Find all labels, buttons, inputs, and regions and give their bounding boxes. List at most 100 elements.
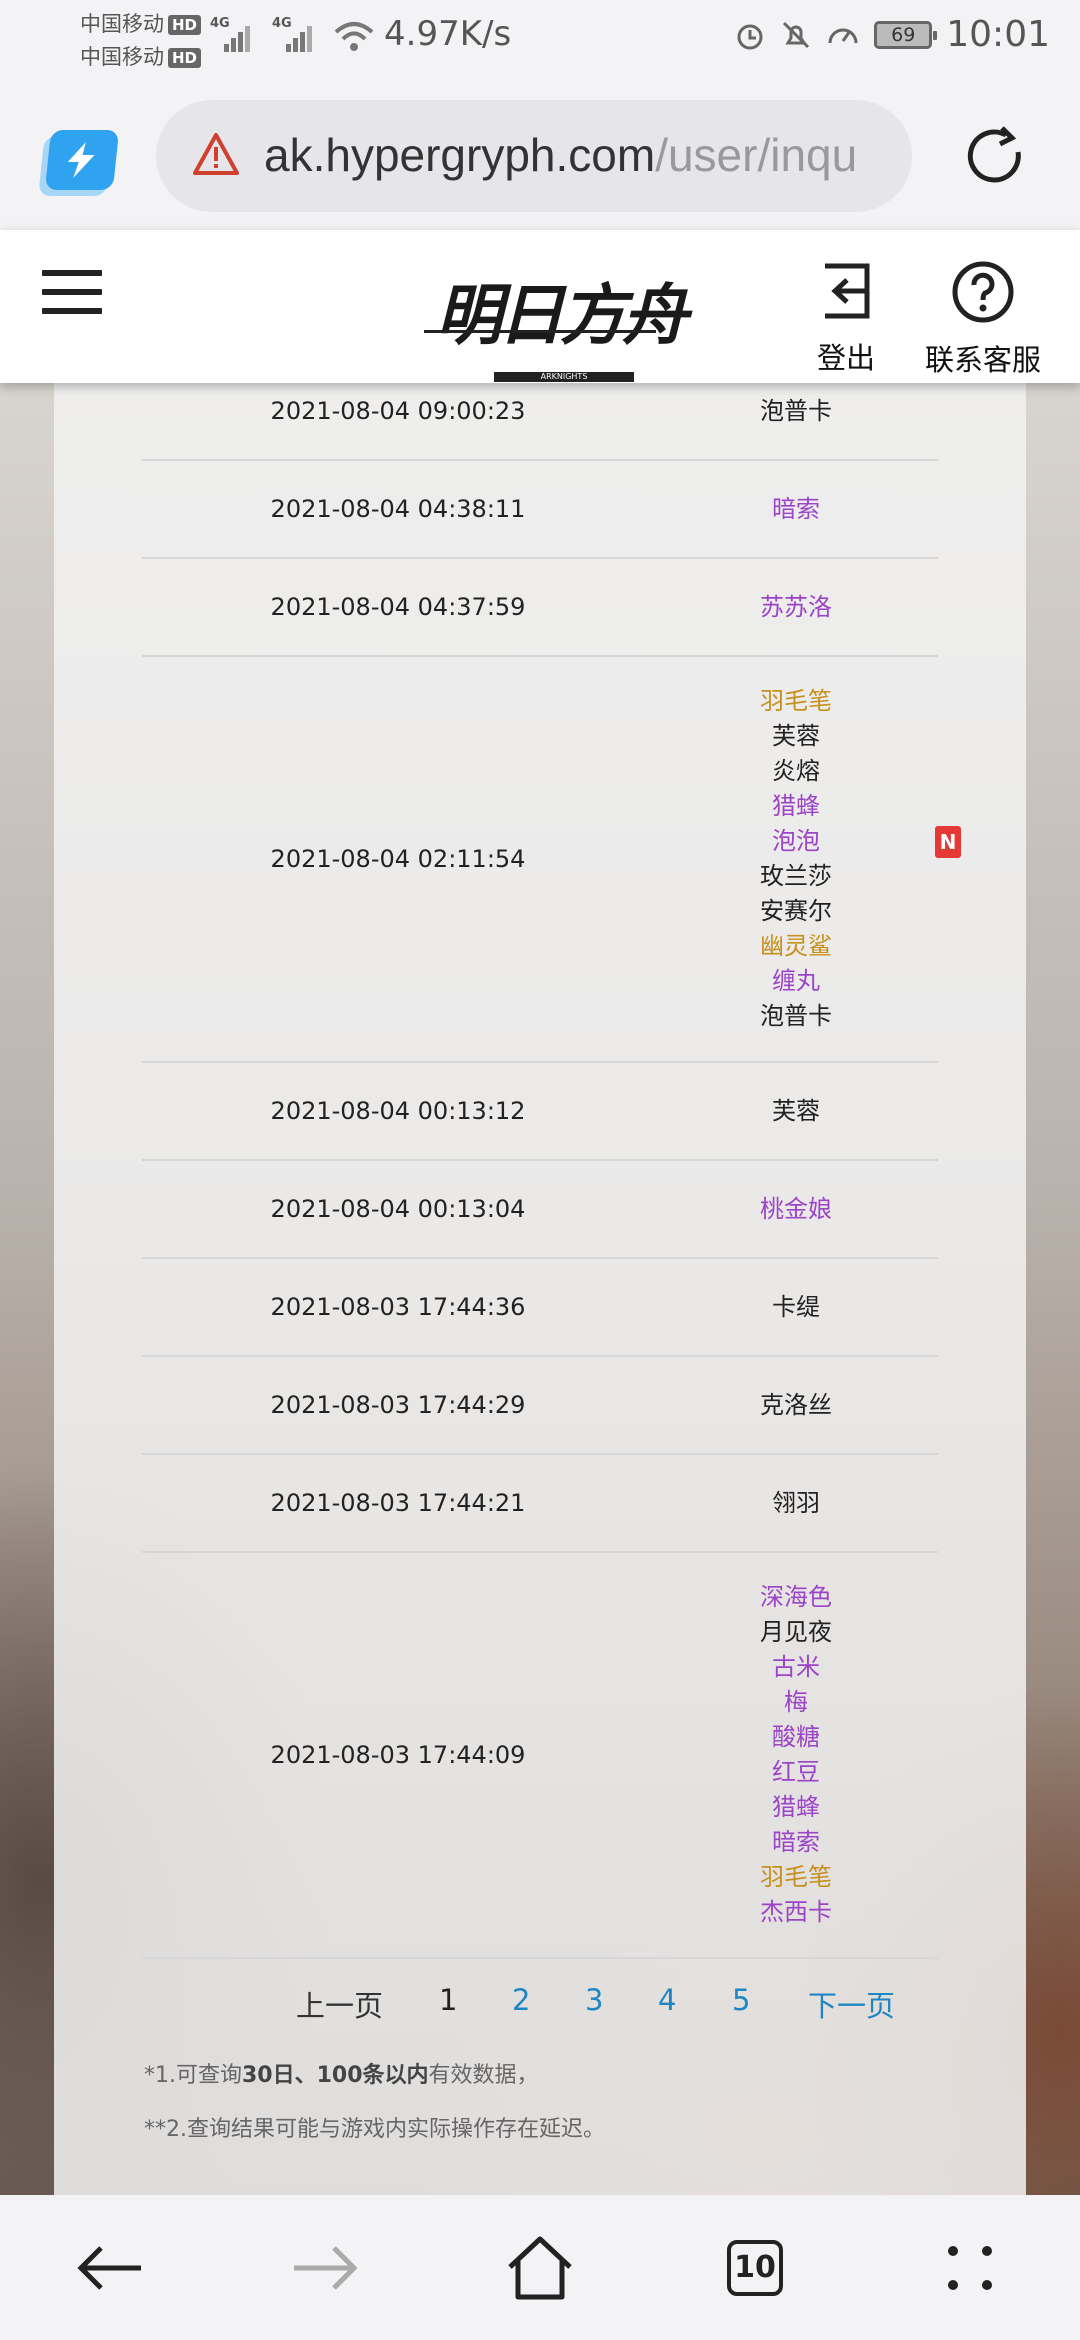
record-time: 2021-08-04 00:13:04 [270,1195,526,1223]
record-time: 2021-08-03 17:44:36 [270,1293,526,1321]
battery-indicator: 69 [874,20,938,49]
status-bar: 中国移动 HD 中国移动 HD 4G 4G 4.97K/s 69 10:01 [0,0,1080,80]
record-names: 苏苏洛 [654,590,938,625]
record-names: 芙蓉 [654,1094,938,1129]
new-badge: N [935,826,961,858]
record-names: 泡普卡 [654,394,938,429]
record-names: 暗索 [654,492,938,527]
table-row: 2021-08-03 17:44:09 深海色 月见夜 古米梅酸糖 红豆 猎蜂 暗索 羽毛笔杰… [142,1553,938,1959]
home-button[interactable] [490,2195,590,2340]
records-panel: 2021-08-04 09:00:23 泡普卡 2021-08-04 04:38:1… [54,383,1026,2195]
operator-name: 桃金娘 [760,1194,832,1223]
operator-name: 缠丸 [772,967,820,995]
home-icon [508,2236,572,2299]
operator-name: 羽毛笔 [760,687,832,715]
logo-line [424,330,656,333]
operator-name: 苏苏洛 [760,592,832,621]
operator-name: 暗索 [772,1828,820,1856]
next-page-button[interactable]: 下一页 [808,1983,895,2025]
operator-name: 泡普卡 [760,396,832,425]
operator-name: 芙蓉 [772,1096,820,1125]
logo-sub: ARKNIGHTS [494,372,634,382]
record-time: 2021-08-04 04:37:59 [270,593,526,621]
current-page: 1 [439,1983,458,2017]
operator-name: 猎蜂 [772,792,820,820]
record-time: 2021-08-03 17:44:29 [270,1391,526,1419]
signal-icons: 4G 4G [210,16,374,52]
operator-name: 卡缇 [772,1292,820,1321]
operator-name: 古米 [772,1653,820,1681]
operator-name: 深海色 [760,1583,832,1611]
alarm-icon [737,24,763,49]
back-arrow-icon [77,2245,141,2290]
forward-button[interactable] [275,2195,375,2340]
record-time: 2021-08-04 00:13:12 [270,1097,526,1125]
table-row: 2021-08-04 04:37:59 苏苏洛 [142,559,938,657]
operator-name: 月见夜 [760,1618,832,1646]
site-header: 明日方舟 ARKNIGHTS 登出 联系客服 [0,230,1080,383]
page-link[interactable]: 2 [512,1983,530,2017]
table-row: 2021-08-03 17:44:36 卡缇 [142,1259,938,1357]
warning-icon [193,133,239,175]
operator-name: 翎羽 [772,1488,820,1517]
url-path: /user/inqu [655,129,858,181]
bolt-icon[interactable] [44,130,120,190]
tabs-button[interactable]: 10 [705,2195,805,2340]
carrier-2: 中国移动 [80,45,164,69]
table-row: 2021-08-04 00:13:12 芙蓉 [142,1063,938,1161]
record-names: 卡缇 [654,1290,938,1325]
logout-label: 登出 [816,341,875,375]
hd-badge: HD [168,48,202,68]
operator-name: 泡泡 [772,827,820,855]
more-menu-icon[interactable] [920,2195,1020,2340]
operator-name: 玫兰莎 [760,862,832,890]
signal-icon: 4G [210,16,250,52]
back-button[interactable] [60,2195,160,2340]
url-host: ak.hypergryph.com [264,129,656,181]
forward-arrow-icon [294,2245,358,2290]
signal-icon: 4G [272,16,312,52]
record-time: 2021-08-04 02:11:54 [270,845,526,873]
operator-name: 羽毛笔 [760,1863,832,1891]
logout-button[interactable]: 登出 [806,260,886,377]
browser-nav-bar: 10 [0,2195,1080,2340]
support-label: 联系客服 [924,343,1041,377]
page-link[interactable]: 4 [658,1983,676,2017]
page-link[interactable]: 3 [585,1983,603,2017]
record-time: 2021-08-03 17:44:09 [270,1741,526,1769]
operator-name: 克洛丝 [760,1390,832,1419]
operator-name: 红豆 [772,1758,820,1786]
record-names: 翎羽 [654,1486,938,1521]
logo-text: 明日方舟 [436,276,688,354]
mute-bell-icon [783,21,810,48]
operator-name: 猎蜂 [772,1793,820,1821]
operator-name: 梅 [784,1688,808,1716]
record-names: 克洛丝 [654,1388,938,1423]
note-2: **2.查询结果可能与游戏内实际操作存在延迟。 [144,2117,605,2142]
status-right: 69 10:01 [734,14,1050,55]
url-text[interactable]: ak.hypergryph.com/user/inqu [264,128,894,182]
prev-page-button[interactable]: 上一页 [296,1983,383,2025]
notes: *1.可查询30日、100条以内有效数据， **2.查询结果可能与游戏内实际操作… [144,2049,605,2157]
arknights-logo[interactable]: 明日方舟 ARKNIGHTS [424,252,688,382]
address-bar[interactable]: ak.hypergryph.com/user/inqu [156,100,912,212]
support-button[interactable]: 联系客服 [918,260,1048,379]
reload-icon[interactable] [960,122,1030,192]
page-link[interactable]: 5 [732,1983,750,2017]
records-table: 2021-08-04 09:00:23 泡普卡 2021-08-04 04:38:1… [142,363,961,1959]
table-row: 2021-08-03 17:44:29 克洛丝 [142,1357,938,1455]
record-names: 深海色 月见夜 古米梅酸糖 红豆 猎蜂 暗索 羽毛笔 杰西卡 [654,1580,938,1930]
table-row: 2021-08-03 17:44:21 翎羽 [142,1455,938,1553]
hamburger-menu-icon[interactable] [42,270,102,314]
operator-name: 安赛尔 [760,897,832,925]
record-names: 羽毛笔 芙蓉 炎熔 猎蜂 泡泡 玫兰莎 安赛尔 幽灵鲨 缠丸 泡普卡 [654,684,938,1034]
operator-name: 暗索 [772,494,820,523]
operator-name: 芙蓉 [772,722,820,750]
net-speed: 4.97K/s [384,14,512,54]
pagination: 上一页 1 2 3 4 5 下一页 [142,1983,938,2043]
tabs-count: 10 [727,2239,783,2296]
carrier-info: 中国移动 HD 中国移动 HD [80,8,202,74]
help-icon [952,261,1014,323]
browser-toolbar: ak.hypergryph.com/user/inqu [0,80,1080,230]
table-row: 2021-08-04 02:11:54 N 羽毛笔 芙蓉 炎熔 猎蜂 泡泡 玫兰莎 安赛尔 幽灵鲨… [142,657,961,1063]
